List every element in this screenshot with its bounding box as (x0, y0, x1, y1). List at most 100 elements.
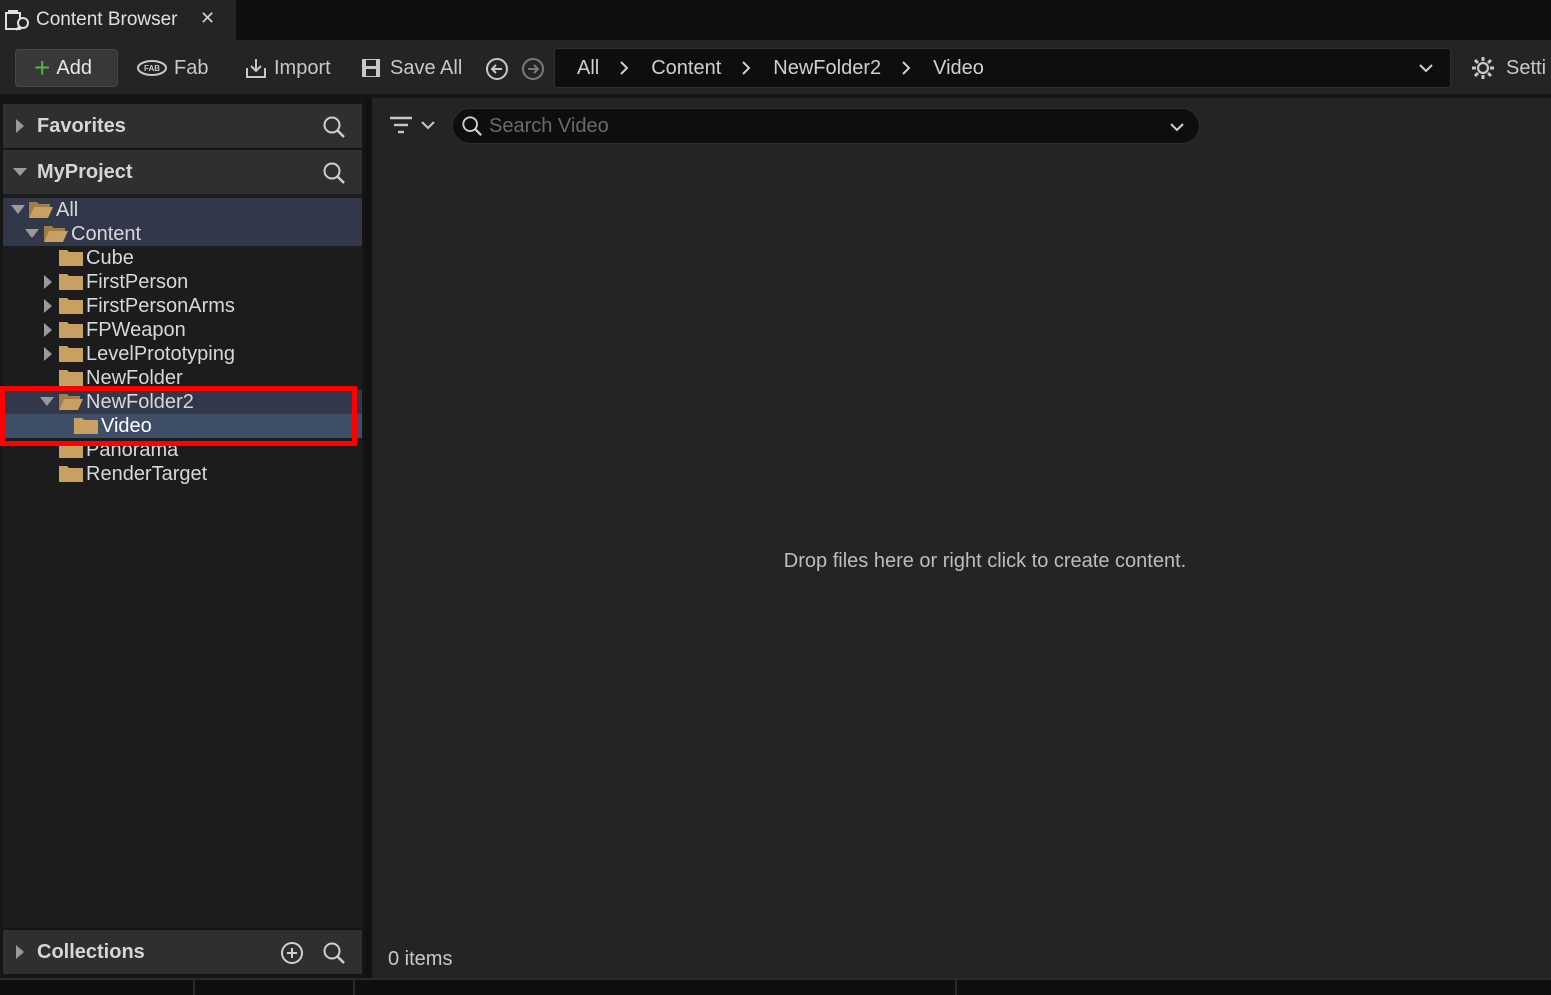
tree-item-label: Panorama (86, 438, 179, 461)
filter-icon[interactable] (388, 112, 438, 140)
chevron-right-icon[interactable] (741, 61, 751, 75)
settings-button[interactable]: Setti (1470, 49, 1546, 87)
tree-item-label: FPWeapon (86, 318, 186, 341)
tree-item-rendertarget[interactable]: RenderTarget (3, 462, 362, 486)
tree-item-label: FirstPerson (86, 270, 189, 293)
search-icon (462, 116, 482, 136)
search-bar (452, 108, 1200, 144)
folder-open-icon (29, 202, 53, 218)
chevron-down-icon[interactable] (1169, 119, 1185, 135)
breadcrumb-item-content[interactable]: Content (651, 57, 721, 80)
import-icon (246, 59, 266, 78)
tree-item-content[interactable]: Content (3, 222, 362, 246)
caret-down-icon[interactable] (25, 227, 39, 241)
tree-item-newfolder2[interactable]: NewFolder2 (3, 390, 362, 414)
favorites-label: Favorites (37, 114, 126, 137)
save-all-button[interactable]: Save All (360, 49, 462, 87)
search-icon[interactable] (322, 941, 346, 965)
folder-open-icon (59, 394, 83, 410)
search-input[interactable] (489, 114, 1149, 138)
breadcrumb: All Content NewFolder2 Video (554, 48, 1451, 88)
caret-right-icon[interactable] (41, 275, 55, 289)
caret-right-icon[interactable] (3, 119, 37, 133)
bottom-bar-separator (193, 980, 195, 995)
asset-view-panel: Drop files here or right click to create… (372, 98, 1551, 978)
fab-icon: FAB (137, 60, 167, 76)
tree-item-firstperson[interactable]: FirstPerson (3, 270, 362, 294)
folder-icon (59, 298, 83, 314)
import-button[interactable]: Import (244, 49, 331, 87)
tree-item-firstpersonarms[interactable]: FirstPersonArms (3, 294, 362, 318)
gear-icon (1472, 57, 1494, 79)
bottom-bar-separator (353, 980, 355, 995)
svg-text:FAB: FAB (144, 64, 160, 73)
caret-right-icon[interactable] (41, 347, 55, 361)
tree-item-fpweapon[interactable]: FPWeapon (3, 318, 362, 342)
tree-item-label: RenderTarget (86, 462, 208, 485)
folder-tree: All Content Cube FirstPerson FirstPerson… (3, 194, 362, 928)
bottom-bar (0, 978, 1551, 995)
chevron-right-icon[interactable] (901, 61, 911, 75)
tree-item-newfolder[interactable]: NewFolder (3, 366, 362, 390)
folder-icon (59, 466, 83, 482)
settings-button-label: Setti (1506, 56, 1547, 79)
forward-arrow-icon[interactable] (521, 57, 545, 81)
folder-icon (59, 370, 83, 386)
project-header[interactable]: MyProject (3, 150, 362, 194)
items-count: 0 items (388, 948, 453, 970)
bottom-bar-separator (955, 980, 957, 995)
tree-item-label: NewFolder (86, 366, 183, 389)
add-collection-icon[interactable] (280, 941, 304, 965)
project-label: MyProject (37, 160, 133, 183)
add-button[interactable]: + Add (15, 49, 118, 87)
search-icon[interactable] (322, 161, 346, 185)
caret-down-icon[interactable] (11, 203, 25, 217)
plus-icon: + (34, 52, 51, 83)
tree-item-label: Content (71, 222, 142, 245)
tree-item-cube[interactable]: Cube (3, 246, 362, 270)
fab-button[interactable]: FAB Fab (136, 49, 208, 87)
tab-content-browser[interactable]: Content Browser ✕ (0, 0, 236, 40)
breadcrumb-item-video[interactable]: Video (933, 57, 984, 80)
back-arrow-icon[interactable] (485, 57, 509, 81)
caret-right-icon[interactable] (41, 299, 55, 313)
toolbar: + Add FAB Fab Import Save All All Conten… (0, 40, 1551, 96)
tree-item-levelprototyping[interactable]: LevelPrototyping (3, 342, 362, 366)
tab-bar: Content Browser ✕ (0, 0, 1551, 40)
favorites-header[interactable]: Favorites (3, 104, 362, 148)
tab-title: Content Browser (36, 9, 178, 30)
folder-icon (59, 346, 83, 362)
tab-close-icon[interactable]: ✕ (200, 8, 215, 29)
folder-open-icon (44, 226, 68, 242)
tree-item-label: All (56, 198, 79, 221)
fab-button-label: Fab (174, 56, 209, 79)
panel-splitter[interactable] (365, 98, 372, 978)
caret-right-icon[interactable] (3, 945, 37, 959)
folder-icon (59, 442, 83, 458)
folder-icon (74, 418, 98, 434)
tree-item-video[interactable]: Video (3, 414, 362, 438)
tree-item-label: LevelPrototyping (86, 342, 235, 365)
tree-item-label: Cube (86, 246, 134, 269)
sources-panel: Favorites MyProject All Content Cube Fir… (0, 98, 365, 978)
tree-item-label: NewFolder2 (86, 390, 194, 413)
breadcrumb-item-all[interactable]: All (577, 57, 599, 80)
chevron-right-icon[interactable] (619, 61, 629, 75)
tree-item-all[interactable]: All (3, 198, 362, 222)
import-button-label: Import (274, 56, 331, 79)
tree-item-panorama[interactable]: Panorama (3, 438, 362, 462)
tree-item-label: Video (101, 414, 152, 437)
collections-header[interactable]: Collections (3, 930, 362, 974)
folder-icon (59, 274, 83, 290)
caret-down-icon[interactable] (3, 167, 37, 177)
breadcrumb-item-newfolder2[interactable]: NewFolder2 (773, 57, 881, 80)
drop-hint-text: Drop files here or right click to create… (783, 550, 1187, 572)
caret-right-icon[interactable] (41, 323, 55, 337)
save-all-button-label: Save All (390, 56, 463, 79)
caret-down-icon[interactable] (40, 395, 54, 409)
search-icon[interactable] (322, 115, 346, 139)
tree-item-label: FirstPersonArms (86, 294, 235, 317)
chevron-down-icon[interactable] (1418, 60, 1434, 76)
add-button-label: Add (56, 56, 92, 79)
content-browser-icon (4, 8, 32, 32)
